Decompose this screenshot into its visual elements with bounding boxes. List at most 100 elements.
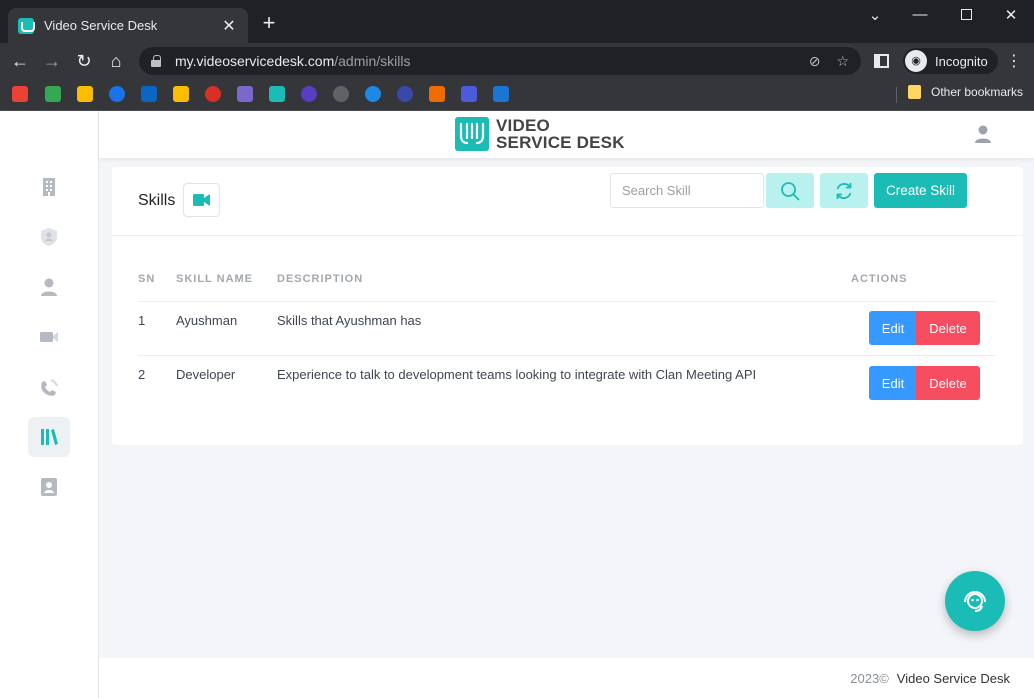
home-icon[interactable]: ⌂ <box>104 49 128 73</box>
column-header-actions: ACTIONS <box>851 273 908 285</box>
miro-icon[interactable] <box>461 86 477 102</box>
url-path: /admin/skills <box>334 53 411 69</box>
row-2-sn: 2 <box>138 367 146 382</box>
videoservicedesk-icon[interactable] <box>269 86 285 102</box>
refresh-button[interactable] <box>820 173 868 208</box>
shield-user-icon <box>41 228 57 246</box>
row-2-edit-button[interactable]: Edit <box>869 366 917 400</box>
row-2-description: Experience to talk to development teams … <box>277 367 757 382</box>
sidebar-item-contacts[interactable] <box>28 467 70 507</box>
tracking-off-eye-icon[interactable]: ⊘ <box>809 53 821 70</box>
gmail-icon[interactable] <box>12 86 28 102</box>
search-icon <box>781 181 800 200</box>
new-tab-icon[interactable]: + <box>258 12 280 34</box>
skills-card-header: Skills Create Skill <box>112 167 1023 236</box>
support-chat-button[interactable] <box>945 571 1005 631</box>
app-icon[interactable] <box>205 86 221 102</box>
user-avatar-icon[interactable] <box>972 123 994 145</box>
app-icon[interactable] <box>365 86 381 102</box>
tab-search-chevron-icon[interactable]: ⌄ <box>860 6 890 24</box>
column-header-sn: SN <box>138 273 156 285</box>
row-1-sn: 1 <box>138 313 146 328</box>
back-arrow-icon[interactable]: ← <box>8 49 32 73</box>
sidebar-item-organization[interactable] <box>28 167 70 207</box>
tab-title: Video Service Desk <box>44 18 158 33</box>
app-header: VIDEO SERVICE DESK <box>99 111 1034 158</box>
side-panel-icon[interactable] <box>874 54 889 68</box>
refresh-icon <box>836 182 852 199</box>
reload-icon[interactable]: ↻ <box>72 49 96 73</box>
tasks-icon[interactable] <box>109 86 125 102</box>
skills-card: Skills Create Skill SN SKILL NAME DESCRI… <box>112 167 1023 445</box>
contact-card-icon <box>41 478 57 496</box>
support-agent-icon <box>964 591 986 612</box>
bookmarks-bar: Other bookmarks <box>0 79 1034 111</box>
row-2-delete-button[interactable]: Delete <box>916 366 980 400</box>
incognito-icon: ◉ <box>905 50 927 72</box>
user-icon <box>41 278 57 296</box>
row-1-delete-button[interactable]: Delete <box>916 311 980 345</box>
row-1-edit-button[interactable]: Edit <box>869 311 917 345</box>
sidebar-item-skills[interactable] <box>28 417 70 457</box>
tab-close-icon[interactable]: ✕ <box>220 16 238 36</box>
video-call-button[interactable] <box>183 183 220 217</box>
sidebar-item-users[interactable] <box>28 267 70 307</box>
videoservicedesk-icon[interactable] <box>237 86 253 102</box>
row-1-description: Skills that Ayushman has <box>277 313 422 328</box>
search-skill-input[interactable] <box>610 173 764 208</box>
app-footer: 2023© Video Service Desk <box>99 658 1034 698</box>
linkedin-icon[interactable] <box>141 86 157 102</box>
app-icon[interactable] <box>397 86 413 102</box>
other-bookmarks-label: Other bookmarks <box>931 85 1024 99</box>
browser-toolbar: ← → ↻ ⌂ my.videoservicedesk.com/admin/sk… <box>0 43 1034 79</box>
browser-menu-icon[interactable]: ⋮ <box>1006 51 1022 71</box>
column-header-description: DESCRIPTION <box>277 273 364 285</box>
building-icon <box>43 178 55 196</box>
sidebar-item-calls[interactable] <box>28 367 70 407</box>
app-icon[interactable] <box>493 86 509 102</box>
bookmarks-separator <box>896 87 897 103</box>
app-logo[interactable]: VIDEO SERVICE DESK <box>455 117 625 151</box>
forward-arrow-icon[interactable]: → <box>40 49 64 73</box>
phone-icon <box>41 379 58 396</box>
address-bar[interactable]: my.videoservicedesk.com/admin/skills ⊘ ☆ <box>139 47 861 75</box>
google-drive-icon[interactable] <box>77 86 93 102</box>
video-service-desk-logo-icon <box>455 117 489 151</box>
footer-brand: Video Service Desk <box>896 671 1010 686</box>
footer-year: 2023© <box>850 671 889 686</box>
incognito-label: Incognito <box>935 53 988 69</box>
browser-titlebar: Video Service Desk ✕ + ⌄ — ✕ <box>0 0 1034 43</box>
logo-line-2: SERVICE DESK <box>496 133 625 152</box>
row-1-skill-name: Ayushman <box>176 313 238 328</box>
url-host: my.videoservicedesk.com <box>175 53 335 69</box>
create-skill-button[interactable]: Create Skill <box>874 173 967 208</box>
keep-icon[interactable] <box>173 86 189 102</box>
row-2-skill-name: Developer <box>176 367 236 382</box>
canva-icon[interactable] <box>301 86 317 102</box>
search-button[interactable] <box>766 173 814 208</box>
window-close-icon[interactable]: ✕ <box>996 6 1026 24</box>
library-books-icon <box>41 429 58 445</box>
row-divider <box>138 355 996 356</box>
sidebar-item-video[interactable] <box>28 317 70 357</box>
tab-favicon-icon <box>18 17 35 34</box>
sidebar-item-security[interactable] <box>28 217 70 257</box>
page-title: Skills <box>138 192 176 209</box>
video-camera-icon <box>40 332 58 342</box>
app-icon[interactable] <box>429 86 445 102</box>
folder-icon <box>908 85 921 99</box>
app-icon[interactable] <box>333 86 349 102</box>
row-divider <box>138 301 996 302</box>
lock-icon <box>151 55 161 67</box>
maximize-icon[interactable] <box>951 6 981 24</box>
incognito-profile-button[interactable]: ◉ Incognito <box>903 48 998 74</box>
footer-copyright: 2023© Video Service Desk <box>850 671 1010 686</box>
other-bookmarks[interactable]: Other bookmarks <box>908 85 1023 99</box>
minimize-icon[interactable]: — <box>905 6 935 23</box>
bookmark-star-icon[interactable]: ☆ <box>836 53 849 70</box>
column-header-skill-name: SKILL NAME <box>176 273 254 285</box>
video-camera-icon <box>192 194 210 206</box>
logo-line-1: VIDEO <box>496 116 550 135</box>
browser-tab[interactable]: Video Service Desk ✕ <box>8 8 248 43</box>
google-meet-icon[interactable] <box>45 86 61 102</box>
